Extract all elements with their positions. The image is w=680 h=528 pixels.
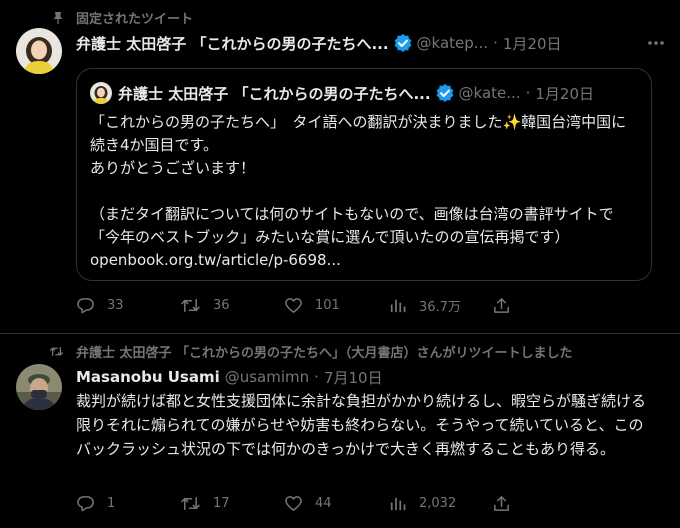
quote-link[interactable]: openbook.org.tw/article/p-6698... [90, 251, 341, 269]
retweet-icon [181, 299, 200, 312]
reply-button[interactable]: 33 [76, 296, 180, 315]
quoted-tweet[interactable]: 弁護士 太田啓子 「これからの男の子たちへ... @kate... · 1月20… [76, 68, 652, 281]
views-chart-icon [390, 497, 406, 511]
avatar[interactable] [16, 364, 62, 410]
display-name[interactable]: Masanobu Usami [76, 368, 220, 386]
verified-badge-icon [435, 83, 455, 103]
heart-icon [285, 496, 302, 511]
quote-body: 「これからの男の子たちへ」 タイ語への翻訳が決まりました✨韓国台湾中国に続き4か… [90, 111, 640, 272]
timestamp[interactable]: 1月20日 [503, 33, 562, 54]
views-chart-icon [390, 299, 406, 313]
like-button[interactable]: 101 [284, 296, 388, 315]
retweeted-tweet[interactable]: 弁護士 太田啓子 「これからの男の子たちへ」（大月書店）さんがリツイートしました… [0, 334, 680, 528]
handle[interactable]: @katep... [417, 34, 489, 52]
retweet-context: 弁護士 太田啓子 「これからの男の子たちへ」（大月書店）さんがリツイートしました [46, 342, 573, 361]
quote-separator: · [525, 84, 531, 102]
retweeted-by-label[interactable]: 弁護士 太田啓子 「これからの男の子たちへ」（大月書店）さんがリツイートしました [76, 342, 573, 361]
quote-display-name: 弁護士 太田啓子 「これからの男の子たちへ... [118, 84, 431, 103]
avatar[interactable] [16, 28, 62, 74]
pinned-context: 固定されたツイート [46, 8, 193, 27]
retweet-button[interactable]: 36 [180, 296, 284, 315]
share-button[interactable] [492, 296, 523, 315]
heart-icon [285, 298, 302, 313]
quote-text-line3: （まだタイ翻訳については何のサイトもないので、画像は台湾の書評サイトで「今年のベ… [90, 205, 614, 246]
tweet-header: 弁護士 太田啓子 「これからの男の子たちへ... @katep... · 1月2… [76, 32, 562, 54]
reply-button[interactable]: 1 [76, 494, 180, 513]
retweet-icon [181, 497, 200, 510]
pin-icon [53, 11, 63, 24]
action-bar: 33 36 101 36.7万 [76, 296, 523, 315]
share-icon [494, 298, 509, 313]
quote-timestamp: 1月20日 [535, 84, 594, 103]
views-button[interactable]: 2,032 [388, 494, 492, 513]
views-button[interactable]: 36.7万 [388, 296, 492, 315]
retweet-count: 17 [213, 496, 230, 511]
reply-icon [77, 298, 94, 314]
like-count: 44 [315, 496, 332, 511]
quote-text-line1: 「これからの男の子たちへ」 タイ語への翻訳が決まりました✨韓国台湾中国に続き4か… [90, 113, 627, 154]
quote-text-line2: ありがとうございます！ [90, 159, 256, 177]
retweet-context-icon [50, 346, 63, 357]
retweet-button[interactable]: 17 [180, 494, 284, 513]
tweet-text: 裁判が続けば都と女性支援団体に余計な負担がかかり続けるし、暇空らが騒ぎ続ける限り… [76, 392, 647, 458]
pinned-tweet[interactable]: 固定されたツイート 弁護士 太田啓子 「これからの男の子たちへ... @kate… [0, 0, 680, 334]
share-button[interactable] [492, 494, 523, 513]
views-count: 36.7万 [419, 300, 461, 315]
like-count: 101 [315, 298, 340, 313]
like-button[interactable]: 44 [284, 494, 388, 513]
reply-count: 33 [107, 298, 124, 313]
quote-avatar [90, 82, 112, 104]
separator: · [493, 34, 498, 52]
tweet-header: Masanobu Usami @usamimn · 7月10日 [76, 366, 383, 388]
action-bar: 1 17 44 2,032 [76, 494, 523, 513]
quote-handle: @kate... [458, 84, 521, 102]
reply-icon [77, 496, 94, 512]
quote-header: 弁護士 太田啓子 「これからの男の子たちへ... @kate... · 1月20… [90, 82, 594, 104]
share-icon [494, 496, 509, 511]
views-count: 2,032 [419, 496, 457, 511]
display-name[interactable]: 弁護士 太田啓子 「これからの男の子たちへ... [76, 33, 389, 54]
separator: · [314, 368, 319, 386]
pinned-label: 固定されたツイート [76, 12, 194, 27]
handle[interactable]: @usamimn [225, 368, 309, 386]
verified-badge-icon [393, 33, 413, 53]
timestamp[interactable]: 7月10日 [324, 367, 383, 388]
more-options-icon[interactable] [646, 33, 666, 53]
reply-count: 1 [107, 496, 116, 511]
retweet-count: 36 [213, 298, 230, 313]
timeline: 固定されたツイート 弁護士 太田啓子 「これからの男の子たちへ... @kate… [0, 0, 680, 528]
